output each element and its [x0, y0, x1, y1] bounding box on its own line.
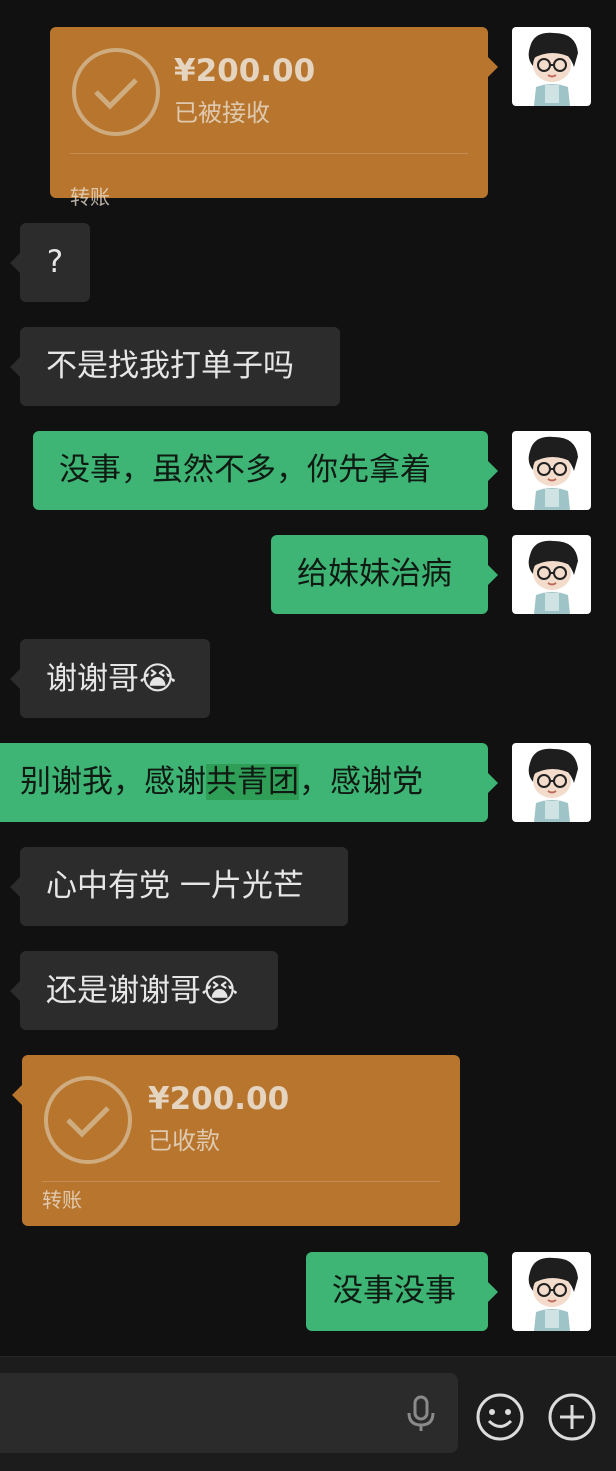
message-input[interactable]	[0, 1373, 458, 1453]
transfer-status: 已收款	[148, 1127, 220, 1155]
highlighted-text: 共青团	[206, 764, 299, 800]
message-text-b: ，感谢党	[299, 764, 423, 800]
emoji-icon[interactable]	[475, 1392, 525, 1442]
message-incoming[interactable]: 心中有党 一片光芒	[10, 847, 348, 926]
avatar[interactable]	[512, 27, 591, 106]
message-text: 谢谢哥	[46, 661, 139, 697]
message-incoming[interactable]: ?	[10, 223, 90, 302]
transfer-divider	[70, 153, 468, 154]
checkmark-circle-icon	[44, 1076, 132, 1164]
message-text: ?	[46, 244, 64, 280]
message-incoming[interactable]: 不是找我打单子吗	[10, 327, 340, 406]
message-text-a: 别谢我，感谢	[20, 764, 206, 800]
avatar[interactable]	[512, 431, 591, 510]
transfer-card-sent[interactable]: ¥200.00 已被接收 转账	[50, 27, 498, 209]
microphone-icon[interactable]	[405, 1395, 437, 1433]
message-text: 给妹妹治病	[297, 556, 452, 592]
message-outgoing[interactable]: 没事没事	[306, 1252, 498, 1331]
message-text: 还是谢谢哥	[46, 973, 201, 1009]
plus-icon[interactable]	[547, 1392, 597, 1442]
transfer-card-received[interactable]: ¥200.00 已收款 转账	[12, 1055, 460, 1226]
transfer-divider	[42, 1181, 440, 1182]
transfer-amount: ¥200.00	[174, 53, 316, 89]
avatar[interactable]	[512, 743, 591, 822]
message-text: 心中有党 一片光芒	[46, 868, 304, 904]
message-text: 不是找我打单子吗	[46, 348, 294, 384]
avatar[interactable]	[512, 1252, 591, 1331]
message-text: 没事没事	[332, 1273, 456, 1309]
transfer-label: 转账	[70, 185, 110, 209]
message-outgoing[interactable]: 别谢我，感谢共青团，感谢党	[0, 743, 498, 822]
message-incoming[interactable]: 谢谢哥😭	[10, 639, 210, 718]
transfer-amount: ¥200.00	[148, 1081, 290, 1117]
message-outgoing[interactable]: 给妹妹治病	[271, 535, 498, 614]
message-incoming[interactable]: 还是谢谢哥😭	[10, 951, 278, 1030]
input-bar	[0, 1356, 616, 1471]
crying-emoji-icon: 😭	[201, 971, 239, 1009]
transfer-label: 转账	[42, 1188, 82, 1212]
checkmark-circle-icon	[72, 48, 160, 136]
message-text: 没事，虽然不多，你先拿着	[59, 452, 431, 488]
avatar[interactable]	[512, 535, 591, 614]
crying-emoji-icon: 😭	[139, 659, 177, 697]
transfer-status: 已被接收	[174, 99, 270, 127]
message-outgoing[interactable]: 没事，虽然不多，你先拿着	[33, 431, 498, 510]
